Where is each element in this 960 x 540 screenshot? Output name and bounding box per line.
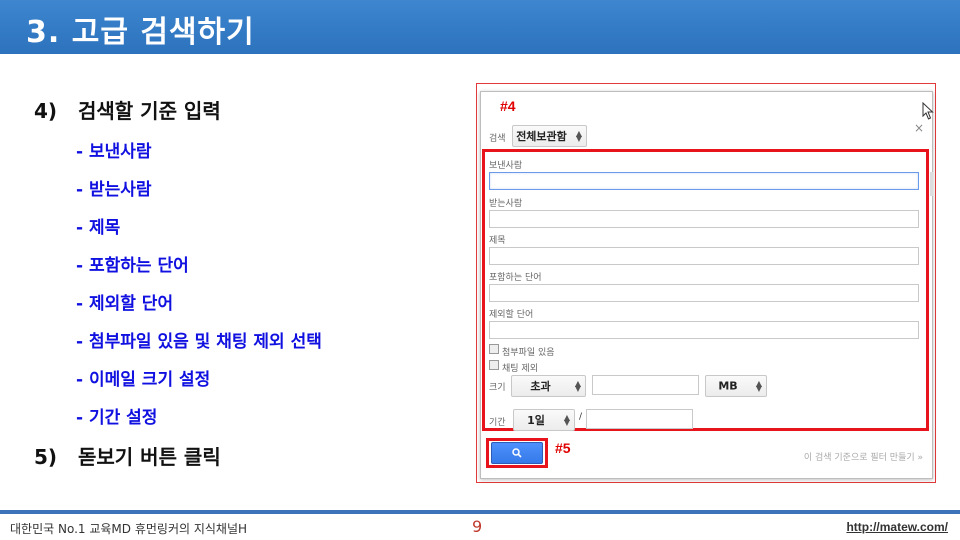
sub-item-subject: - 제목 — [76, 218, 121, 238]
sub-item-size: - 이메일 크기 설정 — [76, 370, 211, 390]
date-range-value: 1일 — [527, 414, 545, 427]
date-range-select[interactable]: 1일 ▲ ▼ — [513, 409, 575, 431]
sub-item-exclude-words: - 제외할 단어 — [76, 294, 174, 314]
size-value-input[interactable] — [592, 375, 699, 395]
step-5: 5) 돋보기 버튼 클릭 — [34, 441, 221, 470]
mouse-cursor-icon — [922, 102, 934, 120]
slide-title: 3. 고급 검색하기 — [26, 15, 255, 50]
step-4: 4) 검색할 기준 입력 — [34, 95, 221, 124]
sub-item-date: - 기간 설정 — [76, 408, 158, 428]
to-label: 받는사람 — [489, 199, 523, 209]
search-icon — [512, 448, 522, 458]
date-label: 기간 — [489, 418, 506, 428]
date-separator: / — [579, 412, 583, 422]
sub-item-attachment-chat: - 첨부파일 있음 및 채팅 제외 선택 — [76, 332, 322, 352]
date-value-input[interactable] — [586, 409, 693, 429]
sub-item-sender: - 보낸사람 — [76, 142, 152, 162]
subject-input[interactable] — [489, 247, 919, 265]
footer-url-link[interactable]: http://matew.com/ — [846, 520, 948, 534]
sub-item-recipient: - 받는사람 — [76, 180, 152, 200]
scrollbar[interactable] — [930, 172, 933, 196]
search-button[interactable] — [491, 442, 543, 464]
size-operator-select[interactable]: 초과 ▲ ▼ — [511, 375, 586, 397]
has-words-input[interactable] — [489, 284, 919, 302]
exclude-chats-checkbox[interactable] — [489, 360, 499, 370]
has-attachment-label: 첨부파일 있음 — [502, 348, 555, 358]
page-number: 9 — [472, 517, 483, 536]
select-arrows-icon: ▲ ▼ — [574, 379, 581, 393]
footer-brand: 대한민국 No.1 교육MD 휴먼링커의 지식채널H — [10, 522, 248, 536]
from-input[interactable] — [489, 172, 919, 190]
create-filter-link[interactable]: 이 검색 기준으로 필터 만들기 » — [804, 450, 923, 463]
exclude-words-label: 제외할 단어 — [489, 310, 534, 320]
footer-bar — [0, 510, 960, 514]
has-words-label: 포함하는 단어 — [489, 273, 542, 283]
exclude-chats-label: 채팅 제외 — [502, 364, 538, 374]
search-scope-value: 전체보관함 — [516, 130, 567, 143]
size-unit-value: MB — [718, 379, 738, 393]
search-scope-select[interactable]: 전체보관함 ▲ ▼ — [512, 125, 587, 147]
step-number: 5) — [34, 445, 58, 469]
step-number: 4) — [34, 99, 58, 123]
from-label: 보낸사람 — [489, 161, 523, 171]
close-button[interactable]: × — [914, 121, 924, 135]
to-input[interactable] — [489, 210, 919, 228]
subject-label: 제목 — [489, 236, 506, 246]
step-text: 돋보기 버튼 클릭 — [78, 445, 221, 469]
has-attachment-checkbox[interactable] — [489, 344, 499, 354]
marker-5: #5 — [555, 440, 571, 456]
select-arrows-icon: ▲ ▼ — [563, 413, 570, 427]
step-text: 검색할 기준 입력 — [78, 99, 221, 123]
size-label: 크기 — [489, 383, 506, 393]
exclude-words-input[interactable] — [489, 321, 919, 339]
select-arrows-icon: ▲ ▼ — [755, 379, 762, 393]
marker-4: #4 — [500, 98, 516, 114]
select-arrows-icon: ▲ ▼ — [575, 129, 582, 143]
size-unit-select[interactable]: MB ▲ ▼ — [705, 375, 767, 397]
slide-title-bar: 3. 고급 검색하기 — [0, 0, 960, 54]
size-operator-value: 초과 — [530, 380, 551, 393]
search-scope-label: 검색 — [489, 134, 506, 144]
sub-item-has-words: - 포함하는 단어 — [76, 256, 189, 276]
